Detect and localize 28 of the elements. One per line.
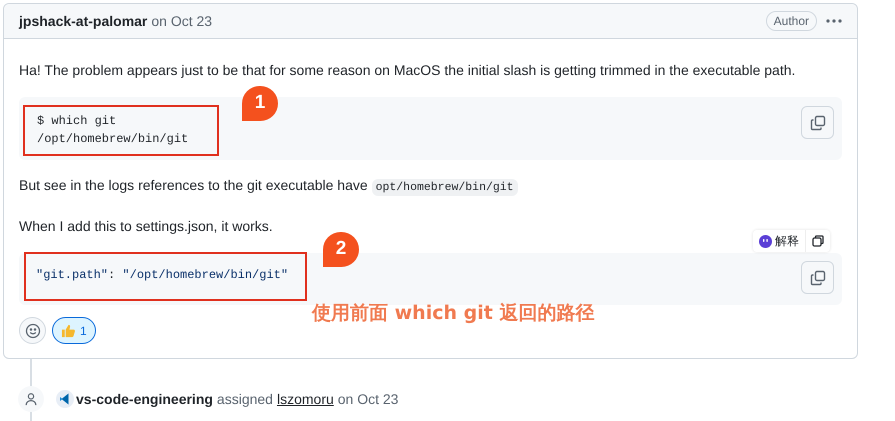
step-marker: 2 — [323, 232, 359, 267]
assignee-link[interactable]: lszomoru — [276, 388, 334, 410]
event-action: assigned — [216, 390, 273, 409]
code-text: "git.path": "/opt/homebrew/bin/git" — [36, 267, 290, 284]
author-link[interactable]: jpshack-at-palomar — [19, 10, 148, 32]
editor-logo-icon — [56, 390, 74, 408]
actor-link[interactable]: vs-code-engineering — [76, 388, 213, 410]
annotation-note: 使用前面 which git 返回的路径 — [312, 301, 594, 326]
explain-button[interactable]: 解释 — [753, 230, 805, 252]
copy-icon — [812, 235, 824, 247]
copy-icon — [810, 114, 826, 130]
copy-icon — [810, 270, 826, 286]
thumbs-up-reaction[interactable]: 1 — [52, 317, 96, 344]
smiley-icon — [24, 322, 40, 338]
comment-date[interactable]: on Oct 23 — [151, 10, 212, 32]
person-icon — [18, 386, 44, 412]
event-date: on Oct 23 — [338, 390, 398, 408]
inline-code: opt/homebrew/bin/git — [372, 179, 518, 196]
thumbs-up-icon — [61, 323, 76, 338]
comment-text: Ha! The problem appears just to be that for some reason on MacOS the initial slash is getting trimmed in the executable path. — [19, 61, 796, 80]
more-icon[interactable] — [826, 19, 842, 23]
bot-icon — [759, 234, 772, 248]
step-marker: 1 — [242, 86, 278, 121]
comment-text: But see in the logs references to the git executable have opt/homebrew/bin/git — [19, 174, 842, 199]
code-text: $ which git /opt/homebrew/bin/git — [37, 113, 190, 148]
author-badge: Author — [766, 11, 817, 31]
comment-text: When I add this to settings.json, it works. — [19, 217, 274, 236]
add-reaction-button[interactable] — [19, 317, 46, 344]
